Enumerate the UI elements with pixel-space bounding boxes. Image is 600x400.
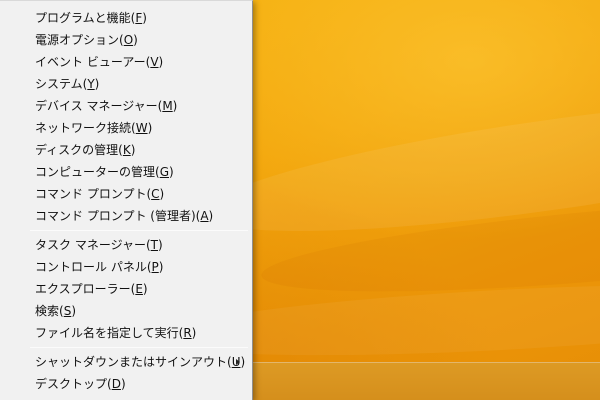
menu-separator (30, 230, 248, 231)
menu-item-label: デスクトップ( (35, 377, 112, 391)
menu-item-access-key: R (183, 326, 192, 340)
menu-item-label-close: ) (120, 377, 126, 391)
menu-item[interactable]: システム(Y) (0, 73, 252, 95)
menu-item-label: システム( (35, 77, 88, 91)
menu-item-label: ディスクの管理( (35, 143, 123, 157)
menu-item[interactable]: エクスプローラー(E) (0, 278, 252, 300)
menu-item-label: シャットダウンまたはサインアウト( (35, 355, 232, 369)
menu-item-label-close: ) (169, 165, 174, 179)
menu-item-access-key: G (159, 165, 169, 179)
menu-item[interactable]: プログラムと機能(F) (0, 7, 252, 29)
menu-item-label: イベント ビューアー( (35, 55, 151, 69)
menu-item-label-close: ) (130, 143, 136, 157)
menu-item[interactable]: コンピューターの管理(G) (0, 161, 252, 183)
menu-item[interactable]: ディスクの管理(K) (0, 139, 252, 161)
menu-item-label-close: ) (191, 326, 197, 340)
menu-item-access-key: T (150, 238, 159, 252)
menu-item-label: エクスプローラー( (35, 282, 136, 296)
chevron-right-icon (236, 359, 240, 365)
menu-item-access-key: P (151, 260, 159, 274)
menu-item-label: 検索( (35, 304, 64, 318)
menu-item[interactable]: コントロール パネル(P) (0, 256, 252, 278)
menu-item[interactable]: イベント ビューアー(V) (0, 51, 252, 73)
menu-item-label: プログラムと機能( (35, 11, 136, 25)
menu-item-label-close: ) (159, 187, 165, 201)
menu-item-access-key: O (123, 33, 134, 47)
menu-item-label-close: ) (158, 55, 164, 69)
menu-item[interactable]: ネットワーク接続(W) (0, 117, 252, 139)
menu-item-label-close: ) (208, 209, 214, 223)
menu-item-access-key: V (150, 55, 159, 69)
menu-item[interactable]: 電源オプション(O) (0, 29, 252, 51)
menu-item-label: ネットワーク接続( (35, 121, 136, 135)
menu-separator (30, 347, 248, 348)
menu-item[interactable]: デバイス マネージャー(M) (0, 95, 252, 117)
menu-item-label: デバイス マネージャー( (35, 99, 163, 113)
quick-link-menu: プログラムと機能(F) 電源オプション(O) イベント ビューアー(V) システム(Y… (0, 0, 253, 400)
menu-item-label: コマンド プロンプト (管理者)( (35, 209, 201, 223)
menu-item-label-close: ) (240, 355, 246, 369)
menu-item-label-close: ) (142, 282, 148, 296)
menu-item[interactable]: 検索(S) (0, 300, 252, 322)
menu-item[interactable]: コマンド プロンプト(C) (0, 183, 252, 205)
menu-item-label: ファイル名を指定して実行( (35, 326, 184, 340)
menu-item-access-key: Y (87, 77, 95, 91)
menu-item-access-key: K (122, 143, 131, 157)
menu-item-label-close: ) (142, 11, 147, 25)
menu-item-access-key: W (135, 121, 148, 135)
menu-item-label-close: ) (158, 238, 163, 252)
menu-item-access-key: D (111, 377, 121, 391)
menu-item-access-key: C (151, 187, 160, 201)
menu-item-access-key: A (200, 209, 209, 223)
menu-item-label: タスク マネージャー( (35, 238, 151, 252)
menu-item-label-close: ) (172, 99, 178, 113)
menu-item[interactable]: デスクトップ(D) (0, 373, 252, 395)
menu-item[interactable]: ファイル名を指定して実行(R) (0, 322, 252, 344)
menu-item-label-close: ) (147, 121, 153, 135)
menu-item-access-key: E (135, 282, 143, 296)
menu-item-label: コンピューターの管理( (35, 165, 160, 179)
menu-item-access-key: M (162, 99, 173, 113)
menu-item[interactable]: タスク マネージャー(T) (0, 234, 252, 256)
menu-item-label-close: ) (158, 260, 164, 274)
menu-item-label: コマンド プロンプト( (35, 187, 152, 201)
menu-item-label-close: ) (94, 77, 100, 91)
menu-item-label-close: ) (71, 304, 76, 318)
menu-item-label: 電源オプション( (35, 33, 124, 47)
menu-item-label: コントロール パネル( (35, 260, 152, 274)
menu-item[interactable]: コマンド プロンプト (管理者)(A) (0, 205, 252, 227)
menu-item[interactable]: シャットダウンまたはサインアウト(U) (0, 351, 252, 373)
menu-item-label-close: ) (133, 33, 138, 47)
